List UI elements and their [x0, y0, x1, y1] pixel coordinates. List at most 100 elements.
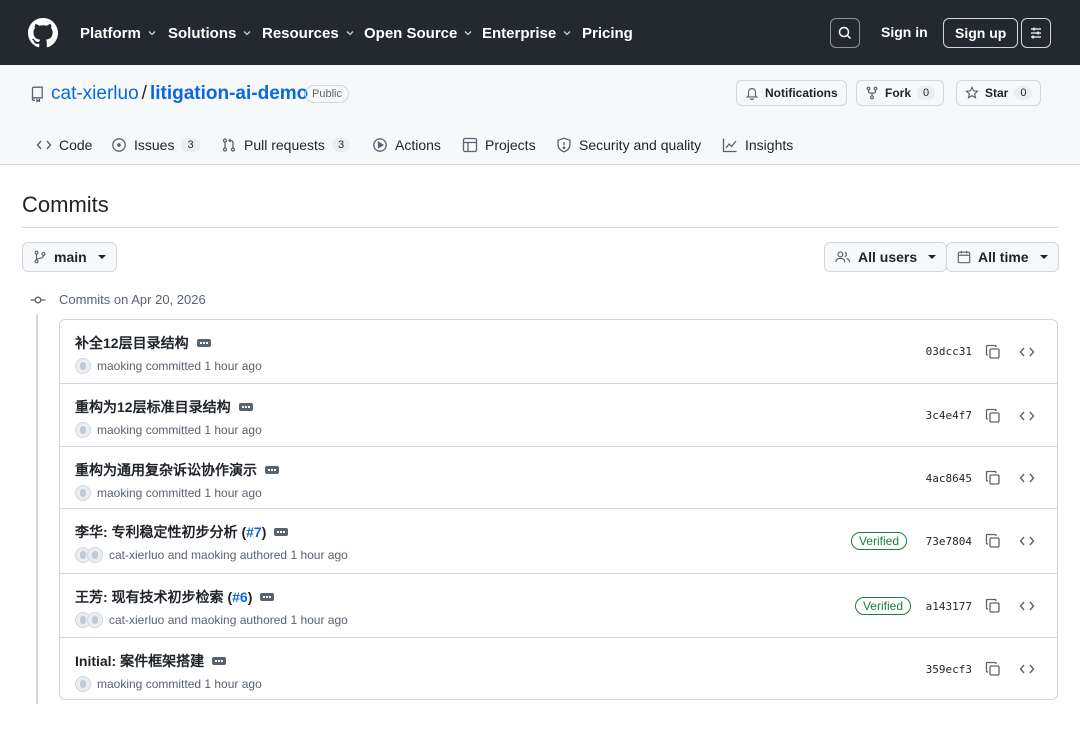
nav-solutions-label: Solutions — [168, 24, 237, 42]
commit-sha[interactable]: 4ac8645 — [926, 472, 972, 485]
avatar[interactable] — [75, 422, 91, 438]
notifications-label: Notifications — [765, 86, 838, 100]
commit-title[interactable]: 王芳: 现有技术初步检索 — [75, 589, 224, 605]
commit-author-time: maoking committed 1 hour ago — [97, 423, 262, 437]
sign-up-button[interactable]: Sign up — [943, 18, 1019, 48]
fork-count: 0 — [917, 86, 936, 100]
caret-down-icon — [1039, 255, 1048, 259]
commit-row: 王芳: 现有技术初步检索 (#6) cat-xierluo and maokin… — [60, 573, 1057, 637]
commit-title[interactable]: 重构为12层标准目录结构 — [75, 399, 231, 415]
nav-solutions[interactable]: Solutions — [168, 22, 252, 44]
ellipsis-icon[interactable] — [274, 528, 289, 536]
commit-message[interactable]: 王芳: 现有技术初步检索 (#6) — [75, 587, 275, 607]
tab-insights[interactable]: Insights — [722, 135, 793, 155]
commit-message[interactable]: 补全12层目录结构 — [75, 333, 211, 353]
commit-sha[interactable]: 359ecf3 — [926, 663, 972, 676]
commit-message[interactable]: 李华: 专利稳定性初步分析 (#7) — [75, 522, 289, 542]
users-filter[interactable]: All users — [824, 242, 948, 272]
commit-message[interactable]: 重构为12层标准目录结构 — [75, 397, 253, 417]
users-filter-label: All users — [858, 249, 918, 265]
page-title: Commits — [22, 192, 109, 217]
visibility-badge: Public — [305, 85, 349, 103]
pr-link[interactable]: #6 — [232, 589, 248, 605]
repo-title: cat-xierluo / litigation-ai-demo — [51, 83, 308, 105]
avatar[interactable] — [87, 547, 103, 563]
commit-row: 重构为通用复杂诉讼协作演示 maoking committed 1 hour a… — [60, 446, 1057, 508]
ellipsis-icon[interactable] — [212, 657, 227, 665]
ellipsis-icon[interactable] — [196, 339, 211, 347]
commit-title[interactable]: 李华: 专利稳定性初步分析 — [75, 524, 238, 540]
tab-issues[interactable]: Issues 3 — [111, 135, 200, 155]
code-icon[interactable] — [1019, 533, 1035, 549]
ellipsis-icon[interactable] — [238, 403, 253, 411]
commit-message[interactable]: 重构为通用复杂诉讼协作演示 — [75, 460, 279, 480]
tab-actions-label: Actions — [395, 137, 441, 153]
nav-enterprise[interactable]: Enterprise — [482, 22, 572, 44]
copy-icon[interactable] — [985, 408, 1001, 424]
code-icon[interactable] — [1019, 661, 1035, 677]
commit-sha[interactable]: 3c4e4f7 — [926, 409, 972, 422]
commit-meta: maoking committed 1 hour ago — [75, 676, 262, 692]
commit-message[interactable]: Initial: 案件框架搭建 — [75, 651, 227, 671]
ellipsis-icon[interactable] — [265, 466, 279, 474]
commit-meta: maoking committed 1 hour ago — [75, 358, 262, 374]
commit-list: 补全12层目录结构 maoking committed 1 hour ago 0… — [59, 319, 1058, 700]
time-filter[interactable]: All time — [946, 242, 1059, 272]
repo-name-link[interactable]: litigation-ai-demo — [150, 83, 308, 105]
tab-pull-requests[interactable]: Pull requests 3 — [221, 135, 351, 155]
commit-sha[interactable]: 03dcc31 — [926, 345, 972, 358]
search-button[interactable] — [830, 18, 860, 48]
commit-meta: cat-xierluo and maoking authored 1 hour … — [75, 547, 348, 563]
avatar[interactable] — [75, 485, 91, 501]
commit-sha[interactable]: 73e7804 — [926, 535, 972, 548]
commit-row: Initial: 案件框架搭建 maoking committed 1 hour… — [60, 637, 1057, 699]
settings-menu-button[interactable] — [1021, 18, 1051, 48]
code-icon[interactable] — [1019, 408, 1035, 424]
copy-icon[interactable] — [985, 344, 1001, 360]
commit-title[interactable]: Initial: 案件框架搭建 — [75, 653, 204, 669]
tab-projects[interactable]: Projects — [462, 135, 536, 155]
verified-badge[interactable]: Verified — [854, 597, 911, 615]
avatar[interactable] — [75, 358, 91, 374]
code-icon — [36, 140, 52, 150]
nav-pricing[interactable]: Pricing — [582, 22, 633, 44]
fork-button[interactable]: Fork 0 — [856, 80, 945, 106]
sign-in-link[interactable]: Sign in — [881, 24, 928, 40]
tab-security[interactable]: Security and quality — [556, 135, 701, 155]
notifications-button[interactable]: Notifications — [736, 80, 847, 106]
verified-badge[interactable]: Verified — [850, 532, 907, 550]
commit-group-date: Commits on Apr 20, 2026 — [59, 292, 206, 307]
tab-actions[interactable]: Actions — [372, 135, 441, 155]
star-count: 0 — [1014, 86, 1033, 100]
commit-sha[interactable]: a143177 — [926, 600, 972, 613]
commit-author-time: maoking committed 1 hour ago — [97, 677, 262, 691]
copy-icon[interactable] — [985, 533, 1001, 549]
nav-resources[interactable]: Resources — [262, 22, 355, 44]
time-filter-label: All time — [978, 249, 1029, 265]
commit-meta: cat-xierluo and maoking authored 1 hour … — [75, 612, 348, 628]
code-icon[interactable] — [1019, 598, 1035, 614]
copy-icon[interactable] — [985, 470, 1001, 486]
branch-selector[interactable]: main — [22, 242, 117, 272]
pr-link[interactable]: #7 — [246, 524, 262, 540]
commit-author-time: maoking committed 1 hour ago — [97, 359, 262, 373]
nav-open-source[interactable]: Open Source — [364, 22, 473, 44]
star-button[interactable]: Star 0 — [956, 80, 1042, 106]
copy-icon[interactable] — [985, 598, 1001, 614]
nav-platform[interactable]: Platform — [80, 22, 157, 44]
code-icon[interactable] — [1019, 344, 1035, 360]
tab-code[interactable]: Code — [36, 135, 92, 155]
avatar[interactable] — [87, 612, 103, 628]
commit-title[interactable]: 重构为通用复杂诉讼协作演示 — [75, 462, 257, 478]
copy-icon[interactable] — [985, 661, 1001, 677]
ellipsis-icon[interactable] — [260, 593, 275, 601]
code-icon[interactable] — [1019, 470, 1035, 486]
commit-title[interactable]: 补全12层目录结构 — [75, 335, 189, 351]
tab-projects-label: Projects — [485, 137, 536, 153]
graph-icon — [722, 138, 737, 153]
repo-owner-link[interactable]: cat-xierluo — [51, 83, 139, 105]
shield-icon — [557, 137, 571, 153]
avatar[interactable] — [75, 676, 91, 692]
bell-icon — [745, 88, 759, 100]
github-logo-icon[interactable] — [28, 18, 58, 48]
